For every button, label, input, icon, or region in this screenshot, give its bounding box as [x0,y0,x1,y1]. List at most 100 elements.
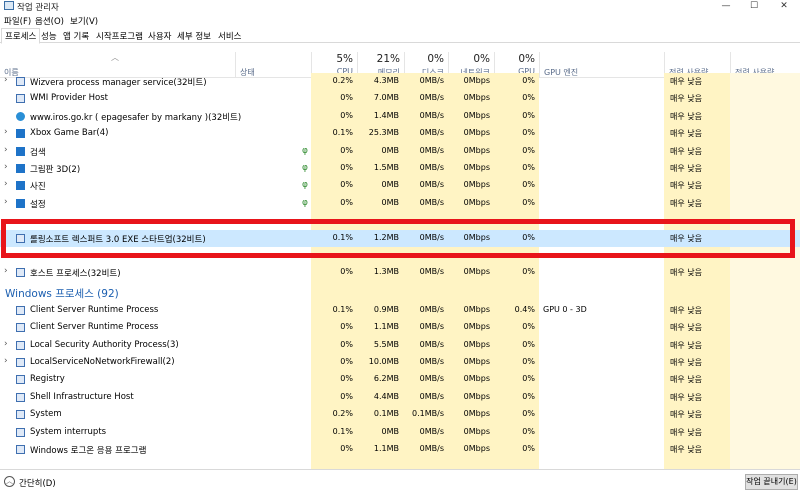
table-row[interactable]: › 설정 φ 0% 0MB 0MB/s 0Mbps 0% 매우 낮음 [0,195,800,212]
tab-processes[interactable]: 프로세스 [1,28,41,44]
process-icon [16,375,25,385]
menu-file[interactable]: 파일(F) [4,15,31,27]
cell-cpu: 0% [340,391,353,401]
table-row[interactable]: › Local Security Authority Process(3) 0% 5.… [0,337,800,354]
cell-power: 매우 낮음 [670,164,702,173]
cell-net: 0Mbps [463,426,490,436]
table-row[interactable]: www.iros.go.kr ( epagesafer by markany )… [0,108,800,125]
cell-mem: 1.3MB [373,267,399,277]
cell-disk: 0MB/s [419,76,444,85]
cell-net: 0Mbps [463,391,490,401]
fewer-details-link[interactable]: 간단히(D) [19,477,56,489]
cell-disk: 0MB/s [419,93,444,103]
expand-chevron-icon[interactable]: › [4,197,8,207]
table-row[interactable]: Client Server Runtime Process 0.1% 0.9MB 0M… [0,302,800,319]
group-label: Windows 프로세스 (92) [5,287,119,300]
cell-disk: 0MB/s [419,163,444,172]
cell-gpu: 0% [522,128,535,138]
cell-cpu: 0.2% [332,409,353,419]
cell-disk: 0MB/s [419,180,444,190]
expand-chevron-icon[interactable]: › [4,266,8,276]
process-name: Client Server Runtime Process [30,322,159,333]
cell-cpu: 0.2% [332,76,353,85]
expand-chevron-icon[interactable]: › [4,127,8,137]
end-task-button[interactable]: 작업 끝내기(E) [745,474,798,490]
cell-disk: 0MB/s [419,374,444,384]
group-header-windows-processes: Windows 프로세스 (92) [0,282,800,302]
cell-disk: 0MB/s [419,391,444,401]
table-row[interactable]: Windows 로그온 응용 프로그램 0% 1.1MB 0MB/s 0Mbps 0% 매우… [0,441,800,458]
process-name: Registry [30,374,65,385]
table-row[interactable]: › LocalServiceNoNetworkFirewall(2) 0% 10.0M… [0,354,800,371]
process-name: www.iros.go.kr ( epagesafer by markany )… [30,112,242,123]
expand-chevron-icon[interactable]: › [4,179,8,189]
cell-power: 매우 낮음 [670,111,702,121]
cell-gpu: 0% [522,76,535,85]
process-icon [16,410,25,420]
cell-disk: 0MB/s [419,304,444,314]
table-row[interactable]: › 검색 φ 0% 0MB 0MB/s 0Mbps 0% 매우 낮음 [0,143,800,160]
table-row[interactable]: › Wizvera process manager service(32비트) 0.… [0,73,800,90]
table-row[interactable]: › Xbox Game Bar(4) 0.1% 25.3MB 0MB/s 0Mbps 0% 매… [0,125,800,142]
cell-net: 0Mbps [463,267,490,277]
cell-net: 0Mbps [463,409,490,419]
tab-services[interactable]: 서비스 [215,29,244,43]
expand-chevron-icon[interactable]: › [4,162,8,172]
process-icon [16,268,25,278]
cell-gpu: 0% [522,444,535,453]
table-row[interactable]: Registry 0% 6.2MB 0MB/s 0Mbps 0% 매우 낮음 [0,371,800,388]
table-row[interactable]: System interrupts 0.1% 0MB 0MB/s 0Mbps 0% 매우 낮… [0,424,800,441]
table-row[interactable]: System 0.2% 0.1MB 0.1MB/s 0Mbps 0% 매우 낮음 [0,406,800,423]
process-icon [16,164,25,173]
suspended-leaf-icon: φ [302,145,308,156]
tab-details[interactable]: 세부 정보 [174,29,214,43]
cell-power: 매우 낮음 [670,427,702,437]
cell-power: 매우 낮음 [670,77,702,86]
expand-chevron-icon[interactable]: › [4,356,8,366]
maximize-button[interactable]: ☐ [740,0,768,12]
table-row[interactable]: WMI Provider Host 0% 7.0MB 0MB/s 0Mbps 0% 매우 낮… [0,90,800,107]
tab-performance[interactable]: 성능 [38,29,60,43]
cell-mem: 5.5MB [373,339,399,349]
cell-net: 0Mbps [463,357,490,366]
expand-chevron-icon[interactable]: › [4,145,8,155]
expand-chevron-icon[interactable]: › [4,339,8,349]
menu-view[interactable]: 보기(V) [70,15,98,27]
tab-users[interactable]: 사용자 [145,29,174,43]
cell-mem: 0.1MB [373,409,399,419]
memory-total: 21% [376,53,400,65]
table-row[interactable]: › 그림판 3D(2) φ 0% 1.5MB 0MB/s 0Mbps 0% 매우 낮음 [0,160,800,177]
cell-net: 0Mbps [463,180,490,190]
cell-gpu: 0% [522,267,535,277]
cell-mem: 10.0MB [368,357,399,366]
expand-chevron-icon[interactable]: › [4,75,8,85]
cell-power: 매우 낮음 [670,323,702,333]
table-row[interactable]: › 사진 φ 0% 0MB 0MB/s 0Mbps 0% 매우 낮음 [0,177,800,194]
close-button[interactable]: ✕ [770,0,798,12]
table-row[interactable]: Client Server Runtime Process 0% 1.1MB 0MB/… [0,319,800,336]
process-icon [16,427,25,437]
chevron-up-icon[interactable]: ︿ [4,476,15,487]
cell-mem: 25.3MB [368,128,399,138]
footer-bar: ︿ 간단히(D) 작업 끝내기(E) [0,469,800,493]
gpu-total: 0% [518,53,535,65]
process-icon [16,305,25,315]
cell-mem: 4.3MB [373,76,399,85]
cell-power: 매우 낮음 [670,392,702,402]
suspended-leaf-icon: φ [302,197,308,208]
table-row[interactable]: Shell Infrastructure Host 0% 4.4MB 0MB/s 0Mb… [0,389,800,406]
cell-net: 0Mbps [463,339,490,349]
cell-power: 매우 낮음 [670,181,702,191]
cell-power: 매우 낮음 [670,445,702,454]
tab-startup[interactable]: 시작프로그램 [93,29,146,43]
cell-net: 0Mbps [463,304,490,314]
tab-app-history[interactable]: 앱 기록 [60,29,92,43]
cell-mem: 1.4MB [373,110,399,120]
process-name: System interrupts [30,426,107,437]
menu-options[interactable]: 옵션(O) [35,15,64,27]
cell-gpu: 0% [522,197,535,207]
process-icon [16,181,25,191]
minimize-button[interactable]: — [712,0,740,12]
process-name: WMI Provider Host [30,93,108,104]
table-row[interactable]: › 호스트 프로세스(32비트) 0% 1.3MB 0MB/s 0Mbps 0% 매우 낮음 [0,264,800,281]
